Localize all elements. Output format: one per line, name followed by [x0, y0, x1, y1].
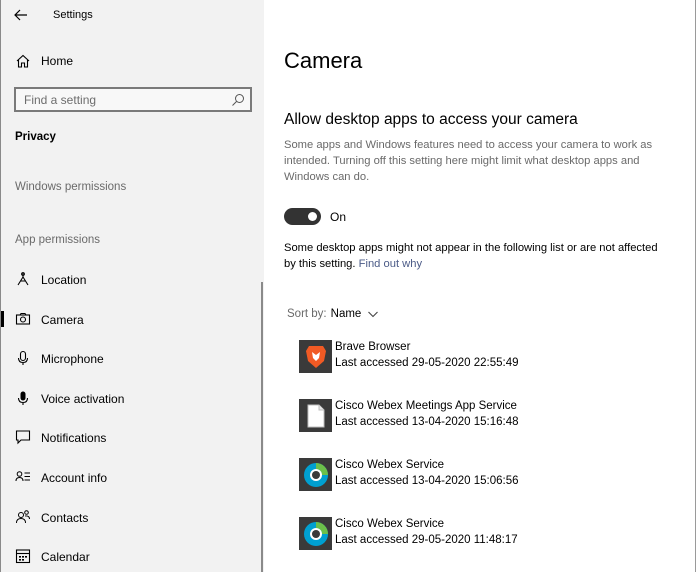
generic-file-icon — [299, 399, 332, 432]
voice-activation-icon — [17, 391, 29, 405]
sidebar-item-account-info[interactable]: Account info — [1, 460, 263, 494]
list-item: Cisco Webex Service Last accessed 13-04-… — [299, 458, 679, 494]
search-placeholder: Find a setting — [24, 93, 97, 107]
sidebar-item-home[interactable]: Home — [1, 49, 265, 73]
toggle-knob — [308, 212, 317, 221]
sidebar-item-label: Account info — [41, 471, 108, 485]
back-button[interactable] — [9, 4, 33, 26]
notifications-icon — [15, 430, 31, 445]
title-bar: Settings — [1, 0, 265, 30]
page-title: Camera — [284, 48, 363, 73]
sidebar-item-label: Calendar — [41, 550, 90, 564]
heading-app-permissions: App permissions — [15, 234, 101, 246]
note-text: Some desktop apps might not appear in th… — [284, 242, 658, 270]
location-icon — [17, 272, 29, 286]
app-name: Cisco Webex Meetings App Service — [335, 400, 517, 412]
search-icon — [232, 94, 244, 106]
sidebar-item-label: Location — [41, 273, 87, 287]
contacts-icon — [16, 510, 30, 524]
sidebar-item-calendar[interactable]: Calendar — [1, 539, 263, 572]
list-item: Brave Browser Last accessed 29-05-2020 2… — [299, 340, 679, 376]
find-out-why-link[interactable]: Find out why — [359, 258, 422, 270]
section-description: Some apps and Windows features need to a… — [284, 139, 653, 183]
webex-icon — [299, 517, 332, 550]
sidebar: Settings Home Find a setting Privacy Win… — [0, 0, 264, 572]
back-arrow-icon — [14, 9, 27, 21]
home-icon — [16, 54, 30, 68]
sidebar-scrollbar[interactable] — [261, 282, 263, 572]
sidebar-item-label: Microphone — [41, 352, 104, 366]
chevron-down-icon — [368, 311, 379, 318]
microphone-icon — [17, 350, 29, 365]
sidebar-item-voice-activation[interactable]: Voice activation — [1, 381, 263, 415]
sidebar-item-location[interactable]: Location — [1, 262, 263, 296]
app-last-accessed: Last accessed 13-04-2020 15:06:56 — [335, 475, 519, 487]
account-info-icon — [15, 471, 30, 482]
sidebar-item-contacts[interactable]: Contacts — [1, 500, 263, 534]
heading-windows-permissions: Windows permissions — [15, 181, 127, 193]
sort-label: Sort by: — [287, 308, 327, 320]
brave-icon — [299, 340, 332, 373]
search-input[interactable]: Find a setting — [14, 87, 252, 112]
webex-icon — [299, 458, 332, 491]
list-item: Cisco Webex Service Last accessed 29-05-… — [299, 517, 679, 553]
app-last-accessed: Last accessed 13-04-2020 15:16:48 — [335, 416, 519, 428]
section-privacy: Privacy — [15, 131, 56, 143]
app-name: Brave Browser — [335, 341, 411, 353]
sidebar-item-notifications[interactable]: Notifications — [1, 420, 263, 454]
window-title: Settings — [53, 9, 93, 21]
calendar-icon — [15, 549, 31, 564]
app-last-accessed: Last accessed 29-05-2020 11:48:17 — [335, 534, 518, 546]
sidebar-item-label: Notifications — [41, 431, 107, 445]
sidebar-item-label: Contacts — [41, 511, 89, 525]
sort-value: Name — [330, 308, 362, 320]
camera-access-toggle[interactable] — [284, 208, 321, 225]
main-content: Camera Allow desktop apps to access your… — [264, 0, 696, 572]
app-last-accessed: Last accessed 29-05-2020 22:55:49 — [335, 357, 519, 369]
app-name: Cisco Webex Service — [335, 459, 445, 471]
sidebar-item-microphone[interactable]: Microphone — [1, 341, 263, 375]
sidebar-item-label: Camera — [41, 313, 84, 327]
apps-note: Some desktop apps might not appear in th… — [284, 240, 664, 272]
sidebar-item-label: Voice activation — [41, 392, 125, 406]
camera-icon — [15, 313, 31, 325]
section-title: Allow desktop apps to access your camera — [284, 111, 578, 128]
list-item: Cisco Webex Meetings App Service Last ac… — [299, 399, 679, 435]
sort-dropdown[interactable]: Sort by: Name — [287, 308, 379, 320]
toggle-state-label: On — [330, 210, 347, 224]
app-name: Cisco Webex Service — [335, 518, 445, 530]
sidebar-item-label: Home — [41, 54, 74, 68]
sidebar-item-camera[interactable]: Camera — [1, 302, 263, 336]
